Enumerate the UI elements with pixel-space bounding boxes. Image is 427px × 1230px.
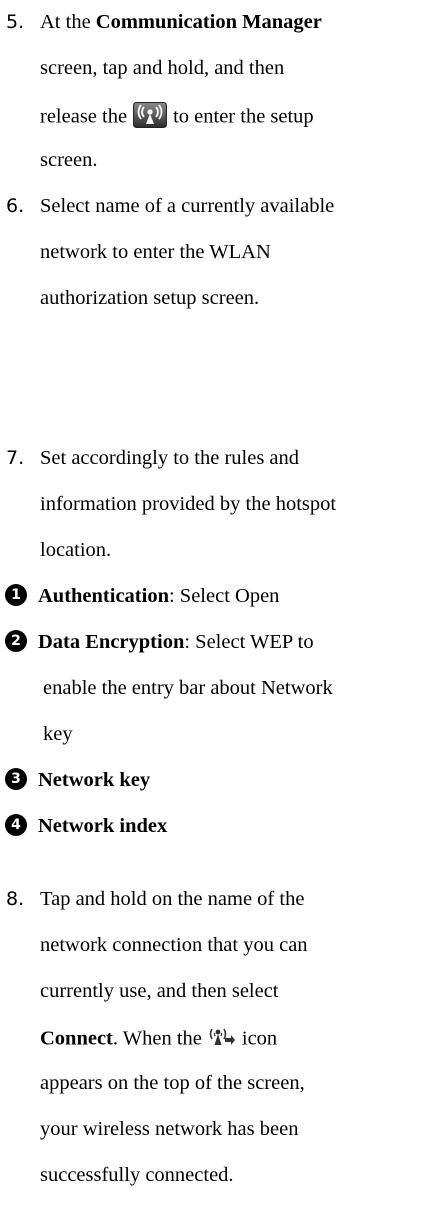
step-8-line-5: appears on the top of the screen,: [40, 1072, 305, 1094]
marker-4: 4: [5, 814, 27, 836]
step-5-line-4: screen.: [40, 149, 98, 171]
step-8-line-4-before: . When the: [112, 1027, 202, 1050]
setting-network-index: Network index: [38, 814, 167, 838]
step-8-number: 8.: [6, 888, 25, 910]
step-8-line-3: currently use, and then select: [40, 980, 279, 1002]
step-8-line-6: your wireless network has been: [40, 1118, 299, 1140]
step-6-line-3: authorization setup screen.: [40, 287, 260, 309]
step-5-line-2: screen, tap and hold, and then: [40, 57, 285, 79]
setting-data-encryption: Data Encryption: Select WEP to: [38, 630, 314, 654]
step-6-line-2: network to enter the WLAN: [40, 241, 271, 263]
step-6-number: 6.: [6, 195, 25, 217]
setting-authentication: Authentication: Select Open: [38, 584, 279, 608]
step-8-line-7: successfully connected.: [40, 1164, 234, 1186]
wireless-antenna-icon: [133, 102, 168, 134]
marker-1: 1: [5, 584, 27, 606]
data-encryption-label: Data Encryption: [38, 631, 185, 653]
step-7-line-2: information provided by the hotspot: [40, 493, 337, 515]
step-5-line-3: release the to enter the setup: [40, 102, 314, 134]
data-encryption-line-3: key: [43, 723, 73, 745]
step-5-line-1: At the Communication Manager: [40, 10, 322, 34]
step-8-line-1: Tap and hold on the name of the: [40, 888, 305, 910]
step-8-line-4: Connect. When the icon: [40, 1025, 277, 1055]
setting-network-key: Network key: [38, 768, 150, 792]
step-5-number: 5.: [6, 11, 25, 33]
communication-manager-label: Communication Manager: [95, 11, 322, 33]
authentication-text: : Select Open: [168, 585, 280, 607]
marker-3: 3: [5, 768, 27, 790]
data-encryption-text: : Select WEP to: [184, 631, 314, 653]
step-6-line-1: Select name of a currently available: [40, 195, 335, 217]
network-connected-icon: [208, 1025, 236, 1055]
connect-label: Connect: [40, 1027, 113, 1050]
network-key-label: Network key: [38, 769, 151, 791]
step-5-line-3-after: to enter the setup: [173, 105, 314, 128]
step-7-line-1: Set accordingly to the rules and: [40, 447, 300, 469]
step-7-number: 7.: [6, 447, 25, 469]
step-8-line-2: network connection that you can: [40, 934, 308, 956]
authentication-label: Authentication: [38, 585, 169, 607]
marker-2: 2: [5, 630, 27, 652]
network-index-label: Network index: [38, 815, 168, 837]
data-encryption-line-2: enable the entry bar about Network: [43, 677, 333, 699]
step-5-prefix: At the: [40, 11, 96, 33]
step-7-line-3: location.: [40, 539, 112, 561]
step-8-line-4-after: icon: [241, 1027, 278, 1050]
step-5-line-3-before: release the: [40, 105, 128, 128]
